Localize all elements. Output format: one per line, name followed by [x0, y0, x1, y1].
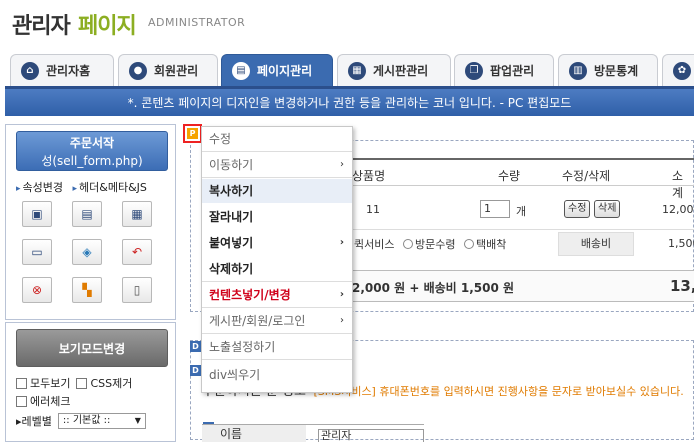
delivery-row: 퀵서비스 방문수령 택배착 배송비 1,500 [340, 232, 694, 256]
delete-button[interactable]: 삭제 [594, 200, 621, 218]
home-icon: ⌂ [21, 61, 39, 80]
menu-divider [202, 281, 352, 282]
user-icon: ● [129, 61, 147, 80]
menu-item-edit[interactable]: 수정 [202, 127, 352, 151]
total-row: 2,000 원 + 배송비 1,500 원 13, [340, 270, 694, 302]
menu-item-visibility[interactable]: 노출설정하기 [202, 335, 352, 359]
product-name: 11 [366, 203, 380, 216]
menu-item-board-member-login[interactable]: 게시판/회원/로그인 › [202, 309, 352, 333]
popup-icon: ❐ [465, 61, 483, 80]
header-title-en: ADMINISTRATOR [148, 16, 246, 29]
view-options-row: 모두보기 CSS제거 [16, 375, 132, 391]
checkbox-all[interactable] [16, 377, 27, 389]
radio-parcel[interactable] [463, 239, 474, 249]
tab-member[interactable]: ● 회원관리 [118, 54, 218, 86]
name-row: 이름 관리자 [202, 424, 424, 442]
chevron-right-icon: › [340, 315, 344, 326]
edit-button[interactable]: 수정 [564, 200, 591, 218]
radio-visit[interactable] [402, 239, 413, 249]
header: 관리자 페이지 ADMINISTRATOR [0, 0, 694, 48]
tab-label: 회원관리 [154, 64, 199, 78]
col-qty: 수량 [498, 169, 521, 183]
chevron-right-icon: › [339, 237, 344, 248]
quantity-input[interactable]: 1 [480, 200, 510, 218]
grid-color-icon[interactable]: ▚ [72, 277, 102, 303]
grand-total: 13, [670, 277, 694, 295]
board-icon: ▦ [348, 61, 366, 80]
checkbox-css[interactable] [76, 377, 88, 389]
row-subtotal: 12,000 [662, 203, 694, 216]
cart-table-header: 상품명 수량 수정/삭제 소계 [340, 158, 694, 200]
tab-label: 팝업관리 [490, 64, 535, 78]
link-header-meta[interactable]: 헤더&메타&JS [73, 181, 147, 194]
tab-admin-home[interactable]: ⌂ 관리자홈 [10, 54, 114, 86]
flash-icon[interactable]: ◈ [72, 239, 102, 265]
chevron-right-icon: › [339, 289, 344, 300]
d-marker[interactable]: D [190, 341, 201, 352]
menu-divider [202, 307, 352, 308]
menu-divider [202, 359, 352, 360]
menu-divider [202, 151, 352, 152]
menu-item-cut[interactable]: 잘라내기 [202, 205, 352, 229]
page-title: 주문서작 성(sell_form.php) [16, 131, 168, 171]
tab-label: 페이지관리 [257, 64, 313, 78]
shipping-value: 1,500 [668, 237, 694, 250]
tab-stats[interactable]: ▥ 방문통계 [558, 54, 658, 86]
menu-divider [202, 333, 352, 334]
view-mode-title: 보기모드변경 [16, 329, 168, 367]
tab-label: 방문통계 [594, 64, 639, 78]
link-attr-change[interactable]: 속성변경 [16, 181, 63, 194]
error-check-row: 에러체크 [16, 393, 70, 409]
gear-icon: ✿ [673, 61, 691, 80]
level-row: ▸ 레벨별 :: 기본값 :: [16, 413, 146, 429]
qty-unit: 개 [516, 205, 527, 218]
name-field[interactable]: 관리자 [318, 429, 424, 442]
total-text: 2,000 원 + 배송비 1,500 원 [352, 281, 515, 295]
note-icon[interactable]: ▯ [122, 277, 152, 303]
p-marker: P [187, 128, 198, 139]
sms-notice: [SMS서비스] 휴대폰번호를 입력하시면 진행사항을 문자로 받아보실수 있습… [313, 385, 684, 398]
div-icon[interactable]: ▣ [22, 201, 52, 227]
table-icon[interactable]: ▦ [122, 201, 152, 227]
page-links: 속성변경 헤더&메타&JS [16, 179, 153, 195]
level-select[interactable]: :: 기본값 :: [57, 413, 146, 429]
menu-item-paste[interactable]: 붙여넣기 › [202, 231, 352, 255]
tab-board[interactable]: ▦ 게시판관리 [337, 54, 451, 86]
header-title-accent: 페이지 [78, 14, 137, 39]
view-mode-panel: 보기모드변경 모두보기 CSS제거 에러체크 ▸ 레벨별 :: 기본값 :: [5, 322, 176, 442]
chevron-right-icon: › [340, 159, 344, 170]
menu-divider [202, 177, 352, 178]
menu-item-delete[interactable]: 삭제하기 [202, 257, 352, 281]
tab-settings[interactable]: ✿ [662, 54, 694, 86]
main-tabs: ⌂ 관리자홈 ● 회원관리 ▤ 페이지관리 ▦ 게시판관리 ❐ 팝업관리 ▥ 방… [0, 50, 694, 86]
menu-item-copy[interactable]: 복사하기 [202, 179, 352, 203]
tab-popup[interactable]: ❐ 팝업관리 [454, 54, 554, 86]
undo-icon[interactable]: ↶ [122, 239, 152, 265]
tab-page-manage[interactable]: ▤ 페이지관리 [221, 54, 333, 86]
menu-item-move[interactable]: 이동하기 › [202, 153, 352, 177]
chart-icon: ▥ [569, 61, 587, 80]
context-menu: 수정 이동하기 › 복사하기 잘라내기 붙여넣기 › 삭제하기 컨텐츠넣기/변경 › … [201, 126, 353, 393]
d-marker[interactable]: D [190, 365, 201, 376]
text-icon[interactable]: ▤ [72, 201, 102, 227]
name-label: 이름 [202, 425, 306, 442]
checkbox-error[interactable] [16, 395, 27, 407]
table-row: 11 1 개 수정 삭제 12,000 [340, 190, 694, 230]
col-edit: 수정/삭제 [562, 169, 611, 183]
header-title-main: 관리자 [12, 14, 71, 39]
info-banner: *. 콘텐츠 페이지의 디자인을 변경하거나 권한 등을 관리하는 코너 입니다… [5, 86, 694, 116]
page-tools-panel: 주문서작 성(sell_form.php) 속성변경 헤더&메타&JS ▣ ▤ … [5, 124, 176, 320]
selected-block-marker[interactable]: P [183, 124, 202, 143]
menu-item-content-change[interactable]: 컨텐츠넣기/변경 › [202, 283, 352, 307]
col-name: 상품명 [352, 169, 386, 183]
shipping-label: 배송비 [558, 232, 634, 256]
tab-label: 관리자홈 [46, 64, 91, 78]
menu-item-wrap-div[interactable]: div씌우기 [202, 363, 352, 387]
page-icon: ▤ [232, 61, 250, 80]
delete-icon[interactable]: ⊗ [22, 277, 52, 303]
tab-label: 게시판관리 [373, 64, 429, 78]
html-icon[interactable]: ▭ [22, 239, 52, 265]
